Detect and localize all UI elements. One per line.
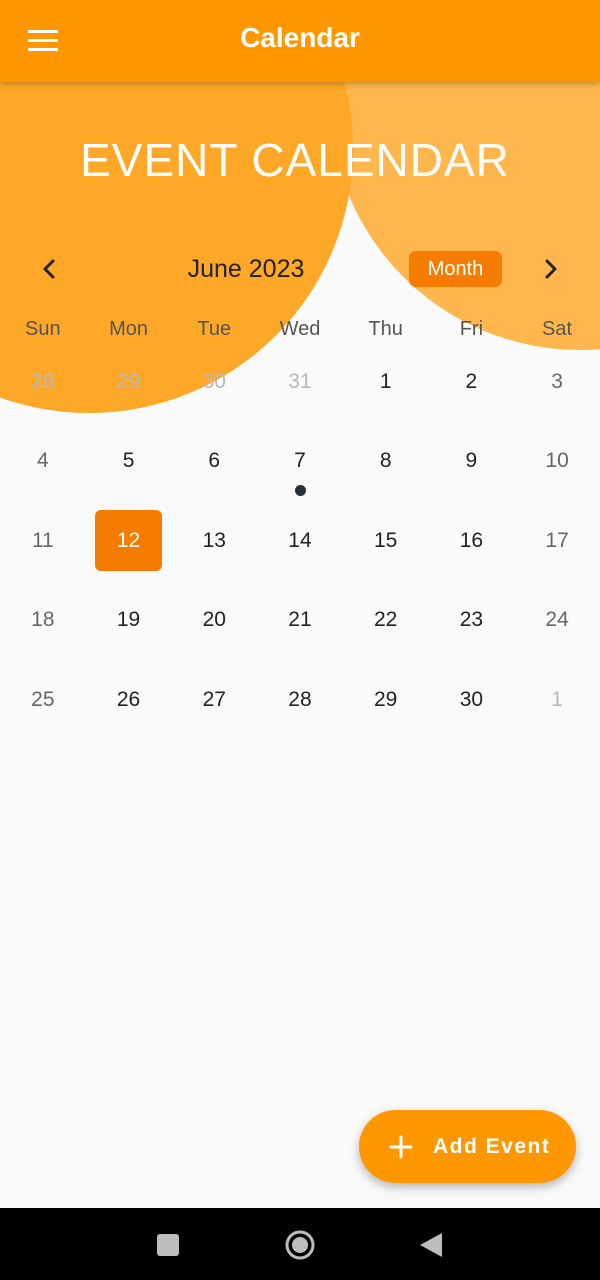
weekday-label: Wed bbox=[279, 318, 321, 340]
calendar-day[interactable]: 10 bbox=[514, 422, 600, 502]
day-number: 20 bbox=[202, 608, 226, 632]
day-number: 28 bbox=[288, 687, 312, 711]
day-number: 14 bbox=[288, 528, 312, 552]
calendar-day[interactable]: 2 bbox=[429, 342, 515, 422]
calendar-day[interactable]: 18 bbox=[0, 581, 86, 661]
day-number: 24 bbox=[545, 608, 569, 632]
day-number: 27 bbox=[202, 687, 226, 711]
day-number: 30 bbox=[459, 687, 484, 711]
weekday-header: Sun Mon Tue Wed Thu Fri Sat bbox=[0, 318, 600, 341]
day-number: 1 bbox=[551, 687, 563, 711]
chevron-left-icon[interactable] bbox=[34, 254, 64, 284]
day-number: 26 bbox=[116, 687, 141, 711]
calendar-day[interactable]: 20 bbox=[171, 581, 257, 661]
day-number: 15 bbox=[373, 528, 398, 552]
day-number: 30 bbox=[202, 369, 226, 393]
day-number: 31 bbox=[288, 369, 312, 393]
calendar-day[interactable]: 27 bbox=[171, 660, 257, 740]
calendar-day[interactable]: 28 bbox=[0, 342, 86, 422]
event-marker-dot bbox=[295, 484, 307, 496]
chevron-right-icon[interactable] bbox=[536, 254, 566, 284]
calendar-day[interactable]: 9 bbox=[429, 422, 515, 502]
day-number: 29 bbox=[373, 687, 398, 711]
calendar-day[interactable]: 29 bbox=[343, 660, 429, 740]
calendar-day[interactable]: 21 bbox=[257, 581, 343, 661]
calendar-day[interactable]: 3 bbox=[514, 342, 600, 422]
calendar-day[interactable]: 28 bbox=[257, 660, 343, 740]
weekday-label: Sun bbox=[25, 318, 61, 340]
weekday-label: Sat bbox=[542, 318, 573, 340]
calendar-day[interactable]: 29 bbox=[86, 342, 172, 422]
weekday-label: Fri bbox=[459, 318, 484, 340]
day-number: 7 bbox=[294, 449, 306, 473]
day-number: 23 bbox=[459, 608, 484, 632]
system-nav-bar bbox=[0, 1208, 600, 1280]
calendar-day[interactable]: 6 bbox=[171, 422, 257, 502]
day-number: 29 bbox=[116, 369, 141, 393]
day-number: 19 bbox=[116, 608, 141, 632]
day-number: 4 bbox=[37, 449, 49, 473]
day-number: 2 bbox=[465, 369, 478, 393]
day-number: 28 bbox=[31, 369, 55, 393]
calendar-day[interactable]: 13 bbox=[171, 501, 257, 581]
day-number: 13 bbox=[202, 528, 226, 552]
day-number: 11 bbox=[31, 528, 54, 552]
day-number: 12 bbox=[116, 528, 141, 552]
home-icon[interactable] bbox=[284, 1229, 316, 1261]
day-number: 3 bbox=[551, 369, 563, 393]
calendar-day[interactable]: 7 bbox=[257, 422, 343, 502]
day-number: 1 bbox=[379, 369, 392, 393]
calendar-day[interactable]: 1 bbox=[343, 342, 429, 422]
screen: Calendar EVENT CALENDAR June 2023 Month … bbox=[0, 0, 600, 1280]
weekday-label: Thu bbox=[368, 318, 403, 340]
calendar-grid: 28 29 30 31 1 2 3 4 5 6 7 8 9 10 11 12 13 14 15 16 17 18 19 20 2… bbox=[0, 342, 600, 740]
calendar-day[interactable]: 17 bbox=[514, 501, 600, 581]
plus-icon bbox=[389, 1135, 413, 1159]
calendar-day[interactable]: 4 bbox=[0, 422, 86, 502]
calendar-day-selected[interactable]: 12 bbox=[86, 501, 172, 581]
weekday-label: Tue bbox=[197, 318, 232, 340]
calendar-day[interactable]: 1 bbox=[514, 660, 600, 740]
weekday-label: Mon bbox=[109, 318, 148, 340]
add-event-label: Add Event bbox=[433, 1135, 551, 1158]
day-number: 9 bbox=[465, 449, 478, 473]
calendar-day[interactable]: 8 bbox=[343, 422, 429, 502]
day-number: 5 bbox=[122, 449, 135, 473]
banner-title: EVENT CALENDAR bbox=[80, 134, 510, 186]
day-number: 18 bbox=[31, 608, 55, 632]
calendar-day[interactable]: 14 bbox=[257, 501, 343, 581]
page-title: Calendar bbox=[240, 22, 360, 53]
day-number: 8 bbox=[379, 449, 392, 473]
calendar-day[interactable]: 23 bbox=[429, 581, 515, 661]
format-toggle-button[interactable]: Month bbox=[409, 251, 502, 287]
calendar-day[interactable]: 30 bbox=[429, 660, 515, 740]
day-number: 10 bbox=[545, 449, 569, 473]
calendar-day[interactable]: 30 bbox=[171, 342, 257, 422]
day-number: 25 bbox=[31, 687, 55, 711]
calendar-day[interactable]: 15 bbox=[343, 501, 429, 581]
day-number: 16 bbox=[459, 528, 484, 552]
day-number: 21 bbox=[288, 608, 312, 632]
day-number: 17 bbox=[545, 528, 569, 552]
recent-apps-icon[interactable] bbox=[157, 1234, 179, 1256]
back-icon[interactable] bbox=[418, 1231, 444, 1259]
calendar-day[interactable]: 22 bbox=[343, 581, 429, 661]
app-bar: Calendar bbox=[0, 0, 600, 82]
day-number: 6 bbox=[208, 449, 221, 473]
calendar-day[interactable]: 25 bbox=[0, 660, 86, 740]
calendar-day[interactable]: 16 bbox=[429, 501, 515, 581]
calendar-day[interactable]: 26 bbox=[86, 660, 172, 740]
add-event-button[interactable]: Add Event bbox=[359, 1110, 576, 1183]
day-number: 22 bbox=[373, 608, 398, 632]
month-label: June 2023 bbox=[187, 255, 305, 283]
calendar-day[interactable]: 11 bbox=[0, 501, 86, 581]
calendar-day[interactable]: 24 bbox=[514, 581, 600, 661]
calendar-day[interactable]: 31 bbox=[257, 342, 343, 422]
calendar-day[interactable]: 19 bbox=[86, 581, 172, 661]
calendar-day[interactable]: 5 bbox=[86, 422, 172, 502]
